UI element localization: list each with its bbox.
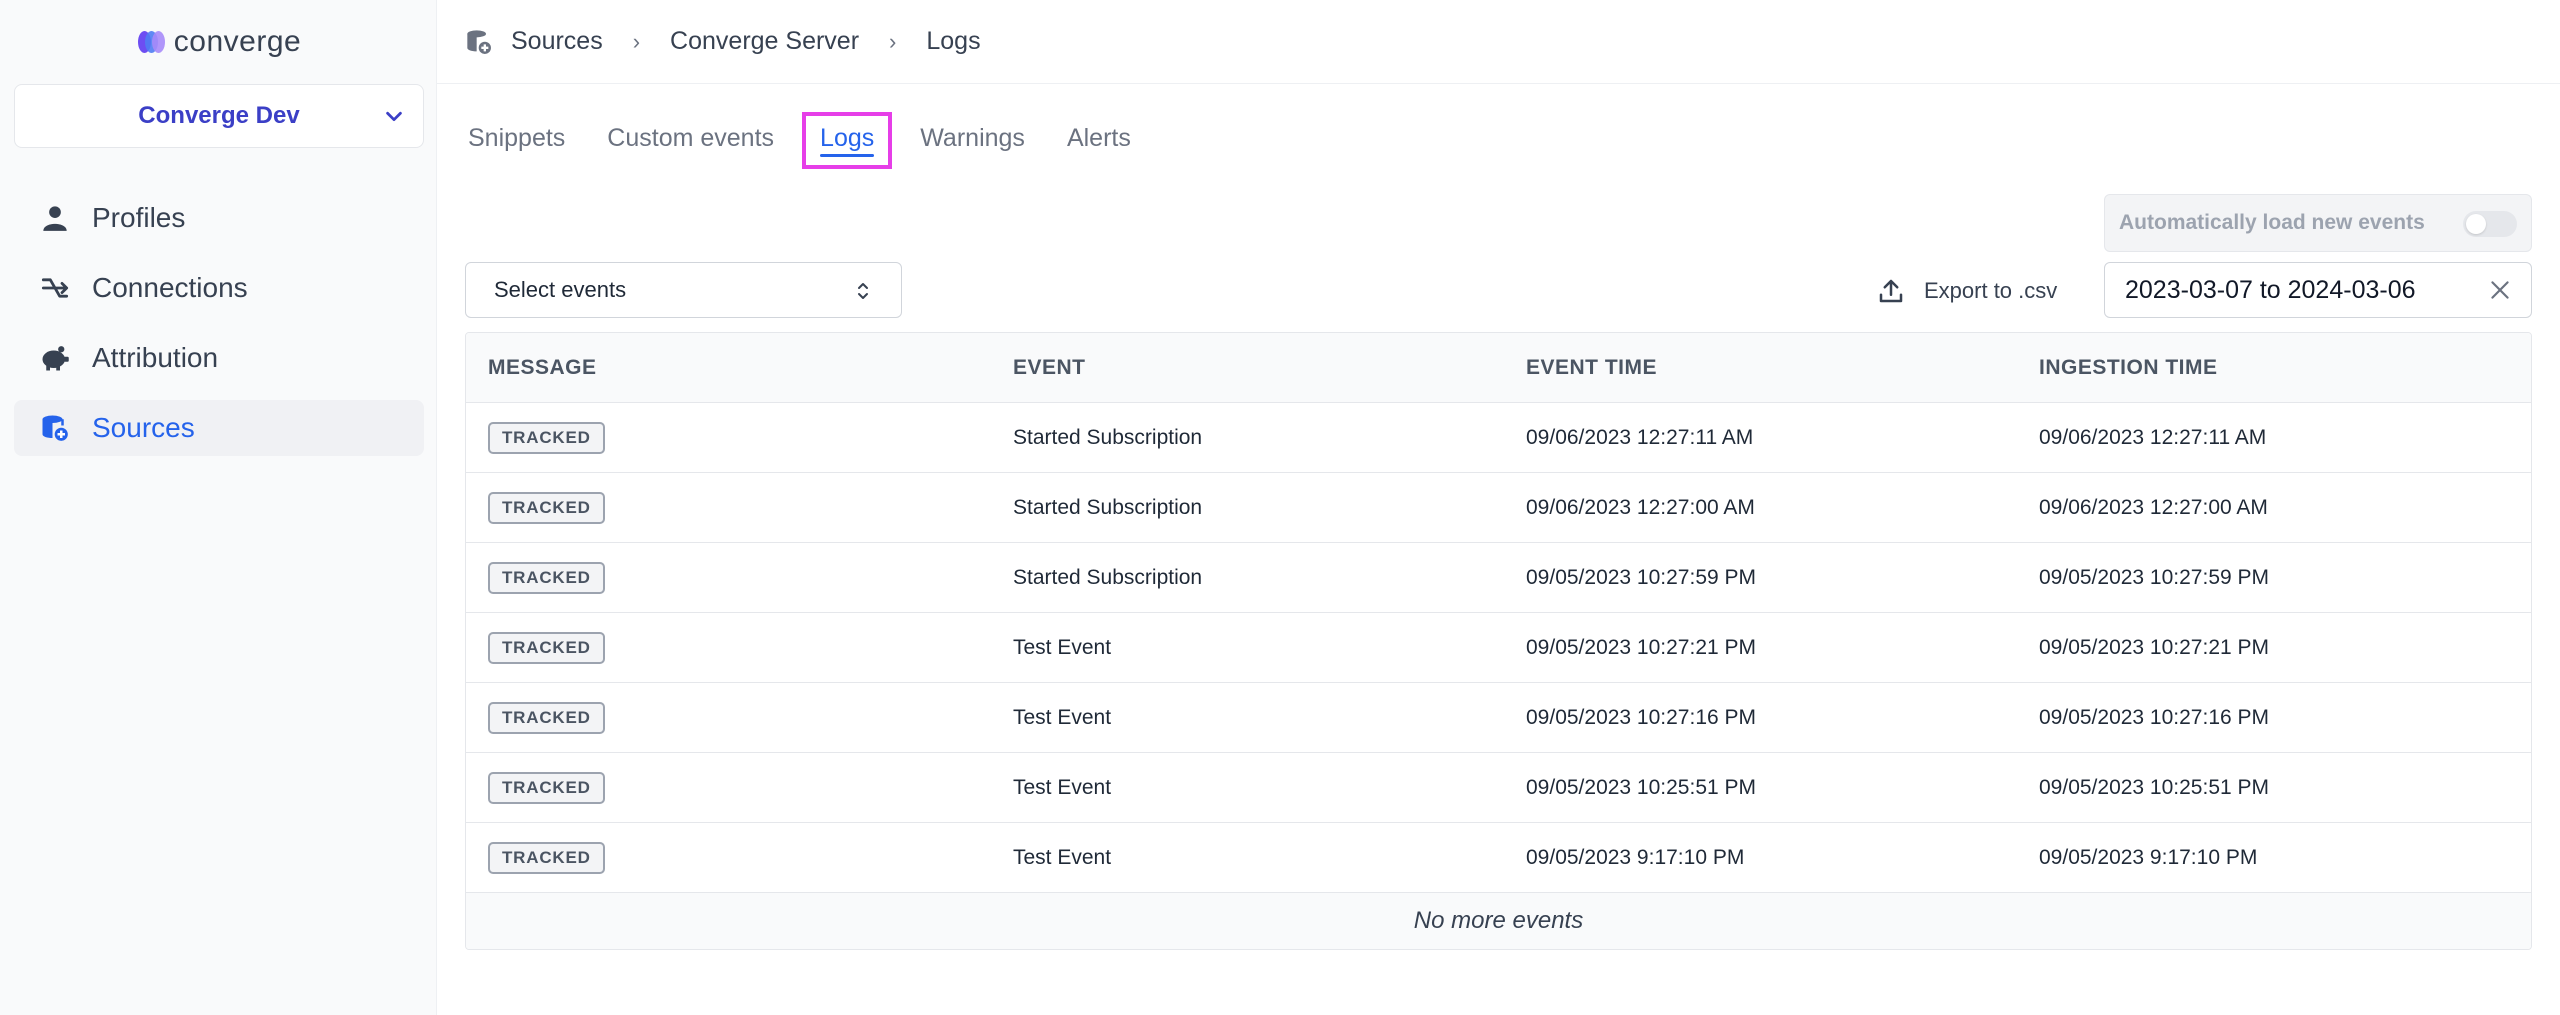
chevron-up-down-icon: [858, 283, 868, 299]
event-time: 09/05/2023 10:27:21 PM: [1526, 635, 1757, 659]
table-row[interactable]: TRACKED Test Event 09/05/2023 10:27:21 P…: [466, 613, 2531, 683]
event-time: 09/06/2023 12:27:11 AM: [1526, 425, 1754, 449]
upload-icon: [1879, 279, 1903, 303]
autoload-control: Automatically load new events: [2104, 194, 2532, 252]
status-badge: TRACKED: [488, 841, 605, 874]
table-footer: No more events: [466, 893, 2531, 949]
status-badge: TRACKED: [488, 491, 605, 524]
tab-alerts[interactable]: Alerts: [1053, 112, 1145, 169]
sidebar-item-label: Attribution: [92, 342, 219, 373]
sidebar-item-connections[interactable]: Connections: [14, 260, 424, 316]
tab-logs[interactable]: Logs: [802, 112, 893, 169]
status-badge: TRACKED: [488, 701, 605, 734]
database-add-icon: [467, 29, 493, 56]
event-name: Started Subscription: [1013, 495, 1203, 519]
chevron-right-icon: ›: [889, 28, 897, 54]
status-badge: TRACKED: [488, 421, 605, 454]
table-row[interactable]: TRACKED Started Subscription 09/05/2023 …: [466, 543, 2531, 613]
date-range-input[interactable]: 2023-03-07 to 2024-03-06: [2104, 262, 2532, 318]
breadcrumb: Sources › Converge Server › Logs: [437, 0, 2560, 84]
breadcrumb-sources[interactable]: Sources: [511, 27, 603, 56]
column-header-message: MESSAGE: [488, 355, 597, 379]
status-badge: TRACKED: [488, 631, 605, 664]
table-row[interactable]: TRACKED Started Subscription 09/06/2023 …: [466, 473, 2531, 543]
table-header: MESSAGE EVENT EVENT TIME INGESTION TIME: [466, 333, 2531, 403]
event-name: Test Event: [1013, 845, 1112, 869]
event-time: 09/05/2023 9:17:10 PM: [1526, 845, 1745, 869]
converge-logo-icon: [136, 29, 166, 55]
event-name: Test Event: [1013, 705, 1112, 729]
ingestion-time: 09/06/2023 12:27:11 AM: [2039, 425, 2267, 449]
event-name: Started Subscription: [1013, 565, 1203, 589]
sidebar-nav: Profiles Connections Attribution Sources: [14, 190, 424, 470]
export-csv-button[interactable]: Export to .csv: [1876, 270, 2057, 312]
chevron-right-icon: ›: [632, 28, 641, 54]
table-row[interactable]: TRACKED Test Event 09/05/2023 10:25:51 P…: [466, 753, 2531, 823]
status-badge: TRACKED: [488, 771, 605, 804]
export-label: Export to .csv: [1924, 278, 2058, 303]
breadcrumb-converge-server[interactable]: Converge Server: [670, 27, 859, 56]
status-badge: TRACKED: [488, 561, 605, 594]
event-name: Started Subscription: [1013, 425, 1203, 449]
piggy-bank-icon: [40, 343, 70, 373]
sidebar-item-label: Connections: [92, 272, 248, 303]
event-time: 09/05/2023 10:25:51 PM: [1526, 775, 1757, 799]
ingestion-time: 09/06/2023 12:27:00 AM: [2039, 495, 2268, 519]
event-time: 09/05/2023 10:27:59 PM: [1526, 565, 1757, 589]
ingestion-time: 09/05/2023 9:17:10 PM: [2039, 845, 2258, 869]
event-name: Test Event: [1013, 635, 1112, 659]
tab-snippets[interactable]: Snippets: [468, 112, 579, 169]
app-logo[interactable]: converge: [0, 22, 437, 62]
tab-bar: Snippets Custom events Logs Warnings Ale…: [468, 112, 1159, 169]
ingestion-time: 09/05/2023 10:27:59 PM: [2039, 565, 2270, 589]
event-time: 09/05/2023 10:27:16 PM: [1526, 705, 1757, 729]
sidebar-item-attribution[interactable]: Attribution: [14, 330, 424, 386]
table-row[interactable]: TRACKED Test Event 09/05/2023 9:17:10 PM…: [466, 823, 2531, 893]
autoload-toggle[interactable]: [2463, 211, 2517, 237]
date-range-value: 2023-03-07 to 2024-03-06: [2125, 275, 2416, 304]
chevron-down-icon: [386, 111, 402, 122]
no-more-events-text: No more events: [1413, 907, 1584, 934]
close-icon[interactable]: [2487, 277, 2513, 303]
table-row[interactable]: TRACKED Test Event 09/05/2023 10:27:16 P…: [466, 683, 2531, 753]
column-header-ingestion-time: INGESTION TIME: [2039, 355, 2218, 379]
sidebar-item-profiles[interactable]: Profiles: [14, 190, 424, 246]
autoload-label: Automatically load new events: [2119, 211, 2425, 234]
workspace-switcher[interactable]: Converge Dev: [14, 84, 424, 148]
event-select-label: Select events: [494, 277, 627, 302]
ingestion-time: 09/05/2023 10:25:51 PM: [2039, 775, 2270, 799]
toggle-knob: [2466, 214, 2486, 234]
event-select[interactable]: Select events: [465, 262, 902, 318]
person-icon: [40, 203, 70, 233]
sidebar-item-label: Sources: [92, 412, 195, 443]
workspace-label: Converge Dev: [138, 102, 300, 129]
tab-custom-events[interactable]: Custom events: [593, 112, 788, 169]
logs-table: MESSAGE EVENT EVENT TIME INGESTION TIME …: [465, 332, 2532, 950]
database-add-icon: [40, 413, 70, 443]
sidebar-item-label: Profiles: [92, 202, 186, 233]
tab-warnings[interactable]: Warnings: [906, 112, 1039, 169]
ingestion-time: 09/05/2023 10:27:16 PM: [2039, 705, 2270, 729]
connections-icon: [40, 273, 70, 303]
event-name: Test Event: [1013, 775, 1112, 799]
sidebar: converge Converge Dev Profiles Connectio…: [0, 0, 437, 1015]
ingestion-time: 09/05/2023 10:27:21 PM: [2039, 635, 2270, 659]
event-time: 09/06/2023 12:27:00 AM: [1526, 495, 1755, 519]
table-row[interactable]: TRACKED Started Subscription 09/06/2023 …: [466, 403, 2531, 473]
sidebar-item-sources[interactable]: Sources: [14, 400, 424, 456]
breadcrumb-logs: Logs: [926, 27, 981, 55]
brand-name: converge: [173, 25, 302, 58]
column-header-event: EVENT: [1013, 355, 1086, 379]
column-header-event-time: EVENT TIME: [1526, 355, 1658, 379]
